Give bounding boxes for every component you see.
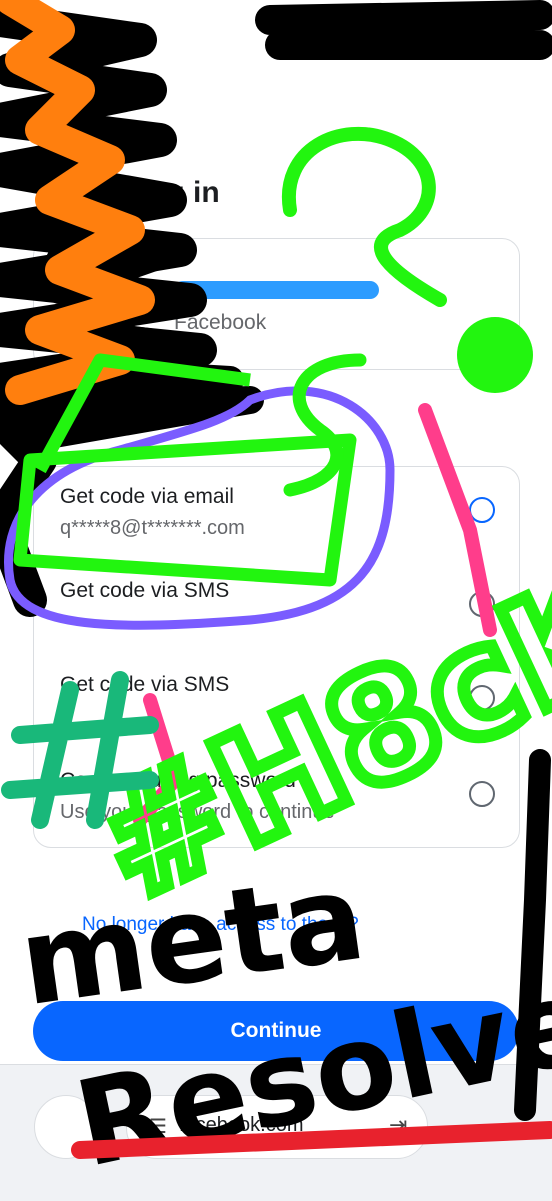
option-title: Get code via SMS <box>60 673 230 696</box>
share-icon[interactable]: ⇥ <box>389 1112 407 1138</box>
account-subtitle: Facebook <box>174 311 267 334</box>
browser-back-button[interactable] <box>34 1095 98 1159</box>
radio-button[interactable] <box>469 781 495 807</box>
black-vertical-stroke <box>514 749 551 1121</box>
browser-bottom-bar: ☰ facebook.com ⇥ <box>0 1064 552 1201</box>
option-title: Get code via email <box>60 485 234 508</box>
page-title: way to log in <box>38 176 220 209</box>
status-app-label: ebook <box>75 46 117 62</box>
radio-button[interactable] <box>469 685 495 711</box>
option-title: Continue using password <box>60 769 296 792</box>
address-bar-url: facebook.com <box>179 1114 304 1136</box>
option-email-code[interactable]: Get code via email q*****8@t*******.com <box>34 467 519 557</box>
option-detail: q*****8@t*******.com <box>60 517 245 539</box>
option-sms-code[interactable]: Get code via SMS <box>34 561 519 651</box>
continue-button[interactable]: Continue <box>33 1001 519 1061</box>
option-title: Get code via SMS <box>60 579 230 602</box>
option-detail: Use your password to continue <box>60 801 335 823</box>
radio-button[interactable] <box>469 497 495 523</box>
account-name-redacted <box>174 281 379 299</box>
option-sms-code-2[interactable]: Get code via SMS <box>34 655 519 745</box>
status-bar: ebook <box>0 0 552 70</box>
login-options-list: Get code via email q*****8@t*******.com … <box>33 466 520 848</box>
tune-icon[interactable]: ☰ <box>149 1114 167 1139</box>
address-bar[interactable]: ☰ facebook.com ⇥ <box>126 1095 428 1159</box>
radio-button[interactable] <box>469 591 495 617</box>
no-access-link[interactable]: No longer have access to these? <box>82 914 359 936</box>
account-card[interactable]: Facebook <box>33 238 520 370</box>
option-password[interactable]: Continue using password Use your passwor… <box>34 751 519 841</box>
